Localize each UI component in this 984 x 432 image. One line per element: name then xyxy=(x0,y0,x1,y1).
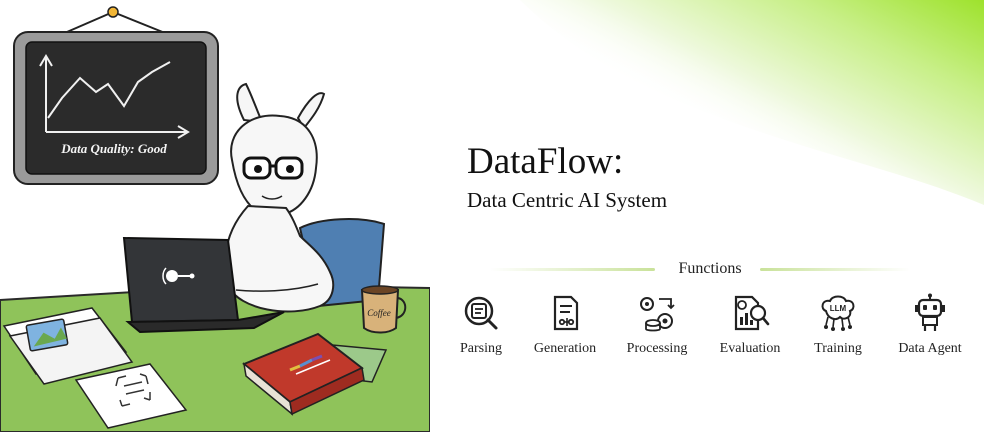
function-label-data-agent: Data Agent xyxy=(898,341,962,356)
function-processing: Processing xyxy=(618,293,696,357)
function-label-evaluation: Evaluation xyxy=(719,341,781,356)
functions-divider-right xyxy=(760,268,910,271)
mug-label: Coffee xyxy=(367,308,391,318)
generation-icon xyxy=(553,295,579,331)
functions-divider-left xyxy=(490,268,655,271)
app-title-suffix: : xyxy=(612,141,624,182)
processing-icon xyxy=(640,297,675,332)
pin-icon xyxy=(107,6,119,18)
function-generation: Generation xyxy=(526,293,604,357)
function-label-training: Training xyxy=(814,341,862,356)
function-label-generation: Generation xyxy=(533,341,597,356)
functions-header: Functions xyxy=(490,259,910,279)
function-evaluation: Evaluation xyxy=(712,293,788,357)
llama-illustration: Data Quality: Good Coffee xyxy=(0,6,430,432)
laptop-logo-icon xyxy=(166,270,178,282)
data-agent-icon xyxy=(915,293,945,331)
function-label-parsing: Parsing xyxy=(460,341,502,356)
function-label-processing: Processing xyxy=(626,341,688,356)
function-data-agent: Data Agent xyxy=(890,293,970,357)
training-icon: LLM xyxy=(821,295,855,331)
page: Data Quality: Good Coffee DataFlow: Data… xyxy=(0,0,984,432)
app-title: DataFlow: xyxy=(467,142,667,182)
training-badge: LLM xyxy=(830,304,847,313)
app-title-text: DataFlow xyxy=(467,141,613,182)
title-block: DataFlow: Data Centric AI System xyxy=(467,142,668,213)
function-training: LLM Training xyxy=(806,293,870,357)
parsing-icon xyxy=(464,296,498,330)
functions-label: Functions xyxy=(678,260,742,277)
function-parsing: Parsing xyxy=(452,293,510,357)
laptop-screen xyxy=(122,236,240,324)
board-caption: Data Quality: Good xyxy=(60,141,167,156)
evaluation-icon xyxy=(734,295,770,331)
app-subtitle: Data Centric AI System xyxy=(467,188,668,212)
